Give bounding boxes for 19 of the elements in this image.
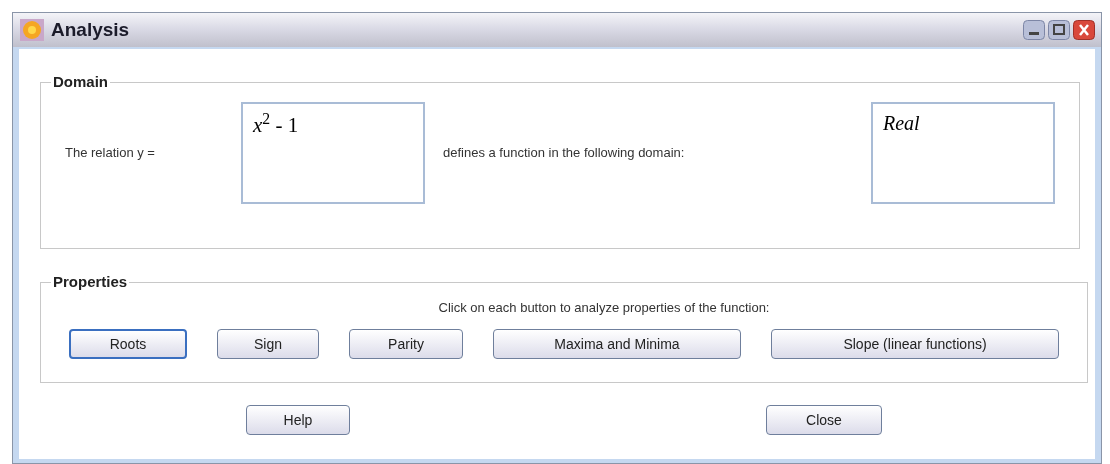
domain-field[interactable]: Real [871,101,1055,204]
app-icon [19,18,45,42]
group-legend: Domain [51,71,110,94]
dialog-button[interactable]: Close [766,405,882,435]
relation-label: The relation y = [65,143,156,162]
dialog-button[interactable]: Parity [349,329,463,359]
minimize-icon[interactable] [1023,20,1045,40]
domain-label: defines a function in the following domain: [443,143,686,162]
maximize-icon[interactable] [1048,20,1070,40]
dialog-button[interactable]: Roots [69,329,187,359]
dialog-button[interactable]: Maxima and Minima [493,329,741,359]
close-icon[interactable] [1073,20,1095,40]
dialog-button[interactable]: Sign [217,329,319,359]
group-legend: Properties [51,271,130,294]
window-title: Analysis [51,17,130,42]
instruction-text: Click on each button to analyze properties of the function: [438,298,770,317]
expression-field[interactable]: x$^{2}$ - 1 [241,101,425,204]
dialog-button[interactable]: Slope (linear functions) [771,329,1059,359]
dialog-button[interactable]: Help [246,405,350,435]
